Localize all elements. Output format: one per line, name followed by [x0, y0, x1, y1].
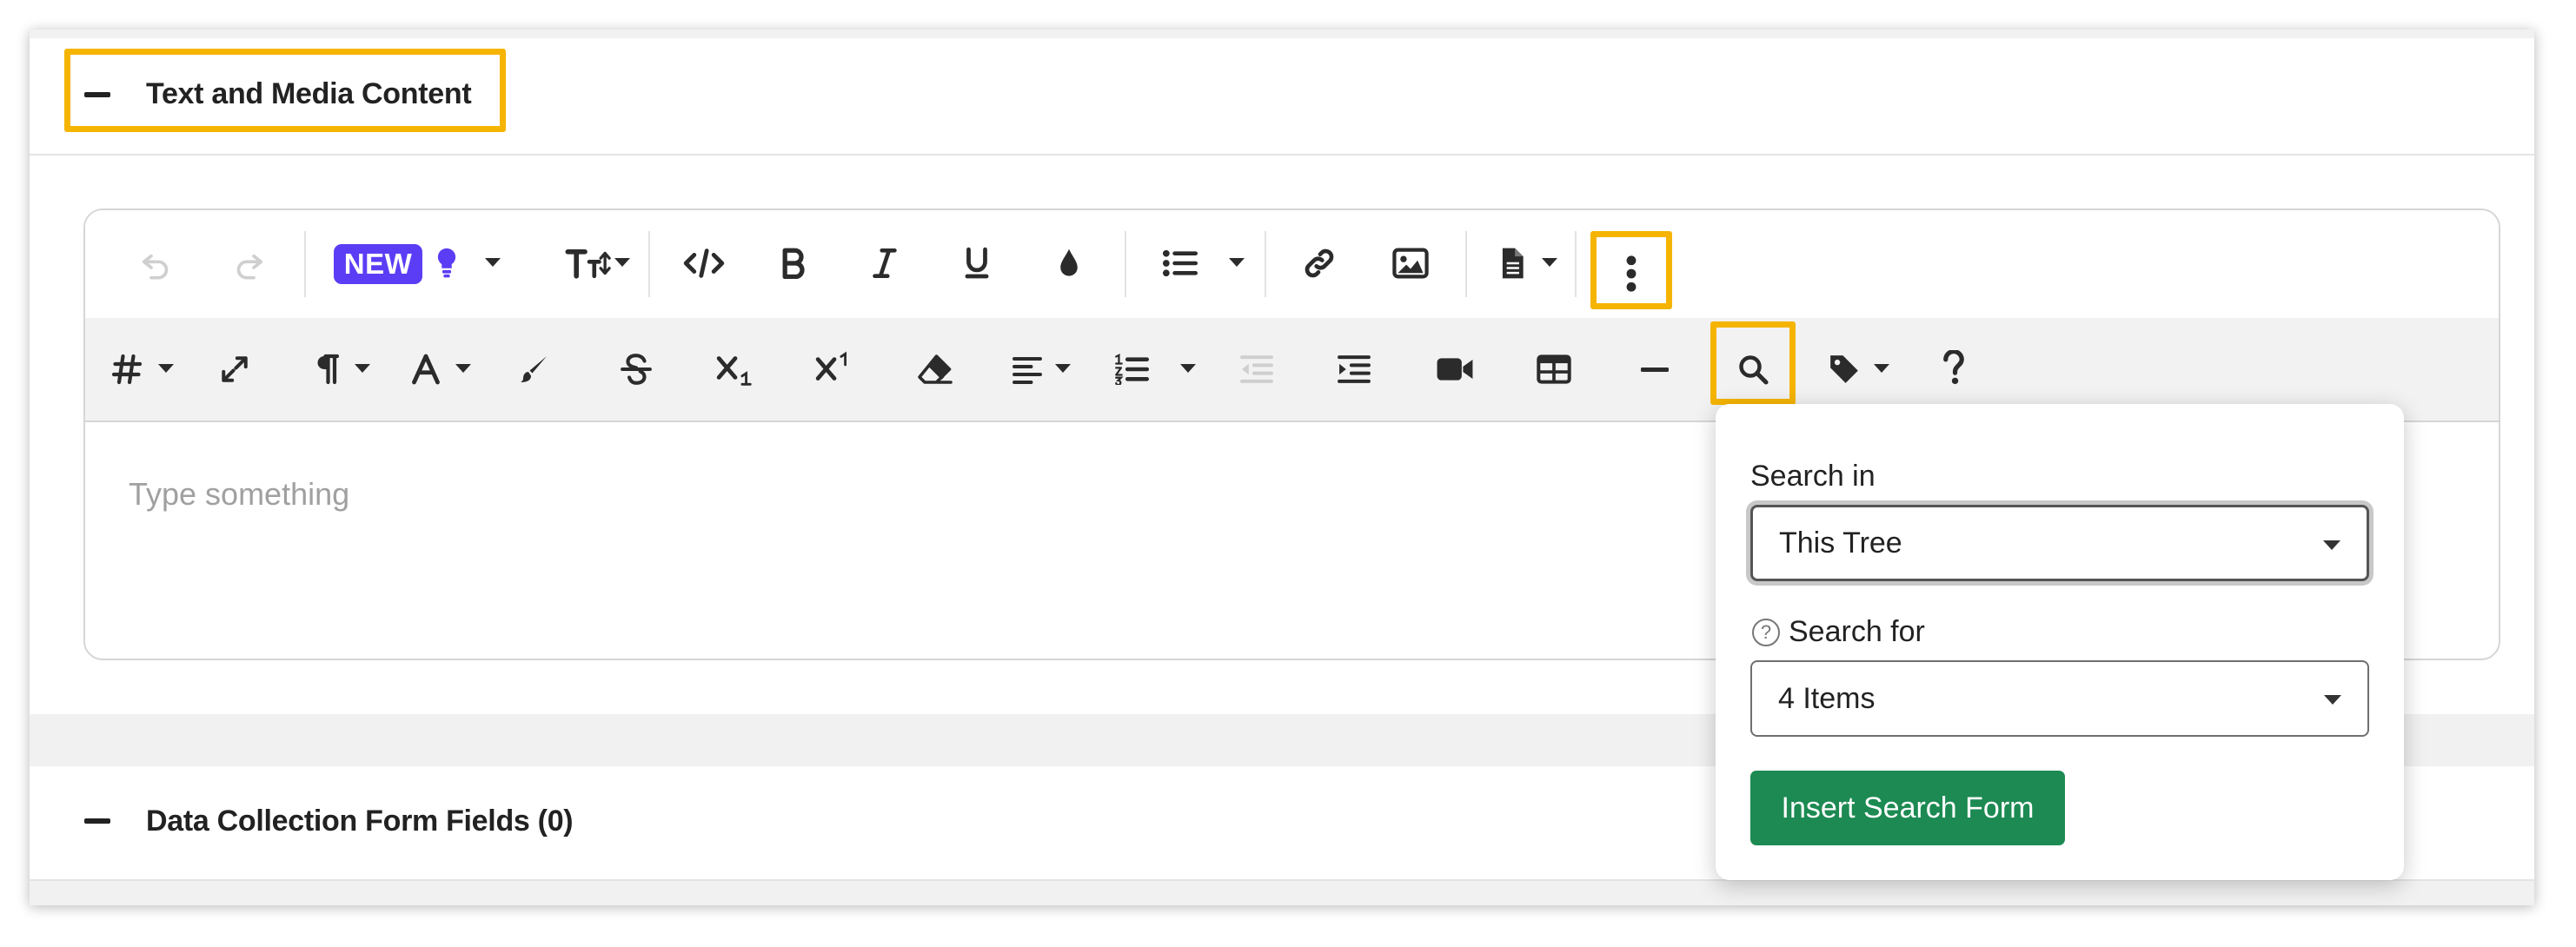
text-color-icon[interactable] — [1053, 243, 1085, 283]
outdent-icon[interactable] — [1238, 349, 1276, 389]
undo-icon[interactable] — [134, 243, 177, 283]
redo-icon[interactable] — [228, 243, 271, 283]
chevron-down-icon[interactable] — [1177, 360, 1199, 377]
search-in-value: This Tree — [1779, 526, 1902, 560]
toolbar-separator — [1465, 231, 1467, 297]
chevron-down-icon[interactable] — [1538, 254, 1561, 271]
clear-formatting-icon[interactable] — [916, 349, 954, 389]
section-title-data-collection[interactable]: Data Collection Form Fields (0) — [146, 805, 574, 838]
chevron-down-icon[interactable] — [452, 360, 475, 377]
chevron-down-icon[interactable] — [1870, 360, 1893, 377]
search-icon[interactable] — [1736, 349, 1769, 389]
paint-brush-icon[interactable] — [516, 349, 551, 389]
numbered-list-icon[interactable] — [1112, 349, 1151, 389]
search-in-select[interactable]: This Tree — [1750, 505, 2369, 581]
indent-icon[interactable] — [1335, 349, 1373, 389]
search-for-label: Search for — [1789, 615, 1925, 648]
fullscreen-icon[interactable] — [217, 349, 252, 389]
chevron-down-icon[interactable] — [1052, 360, 1074, 377]
toolbar-separator — [304, 231, 306, 297]
toolbar-separator — [1265, 231, 1266, 297]
lightbulb-icon[interactable] — [429, 243, 464, 283]
new-badge[interactable]: NEW — [334, 244, 422, 284]
horizontal-line-icon[interactable] — [1637, 349, 1672, 389]
toolbar-separator — [1575, 231, 1577, 297]
chevron-down-icon[interactable] — [1225, 254, 1248, 271]
italic-icon[interactable] — [867, 243, 902, 283]
tag-icon[interactable] — [1825, 349, 1863, 389]
subscript-icon[interactable] — [714, 349, 756, 389]
more-options-icon[interactable] — [1618, 252, 1644, 295]
bold-icon[interactable] — [776, 243, 811, 283]
heading-icon[interactable] — [110, 349, 144, 389]
collapse-icon[interactable] — [84, 818, 110, 824]
section-title-text-media[interactable]: Text and Media Content — [146, 77, 472, 111]
image-icon[interactable] — [1391, 243, 1431, 283]
chevron-down-icon[interactable] — [611, 254, 634, 271]
search-in-label: Search in — [1750, 460, 1876, 493]
bulleted-list-icon[interactable] — [1161, 243, 1199, 283]
collapse-icon[interactable] — [84, 92, 110, 97]
search-for-select[interactable]: 4 Items — [1750, 660, 2369, 737]
chevron-down-icon[interactable] — [481, 254, 504, 271]
table-icon[interactable] — [1535, 349, 1573, 389]
video-icon[interactable] — [1434, 349, 1476, 389]
chevron-down-icon[interactable] — [351, 360, 374, 377]
superscript-icon[interactable] — [813, 348, 855, 387]
search-popover: Search in This Tree ? Search for 4 Items… — [1716, 404, 2404, 880]
chevron-down-icon[interactable] — [155, 360, 177, 377]
toolbar-separator — [648, 231, 650, 297]
toolbar-separator — [1125, 231, 1126, 297]
help-circle-icon[interactable]: ? — [1752, 619, 1780, 646]
align-icon[interactable] — [1010, 349, 1045, 389]
chevron-down-icon — [2324, 695, 2341, 705]
search-for-value: 4 Items — [1778, 681, 1876, 715]
underline-icon[interactable] — [959, 243, 994, 283]
code-icon[interactable] — [681, 243, 727, 283]
strikethrough-icon[interactable] — [617, 349, 655, 389]
paragraph-format-icon[interactable] — [311, 349, 342, 389]
text-size-icon[interactable] — [565, 243, 614, 283]
editor-placeholder[interactable]: Type something — [129, 476, 349, 513]
font-icon[interactable] — [408, 349, 443, 389]
file-icon[interactable] — [1495, 243, 1530, 283]
link-icon[interactable] — [1300, 243, 1338, 283]
help-icon[interactable] — [1938, 346, 1969, 389]
chevron-down-icon — [2323, 540, 2340, 550]
insert-search-form-button[interactable]: Insert Search Form — [1750, 771, 2065, 845]
